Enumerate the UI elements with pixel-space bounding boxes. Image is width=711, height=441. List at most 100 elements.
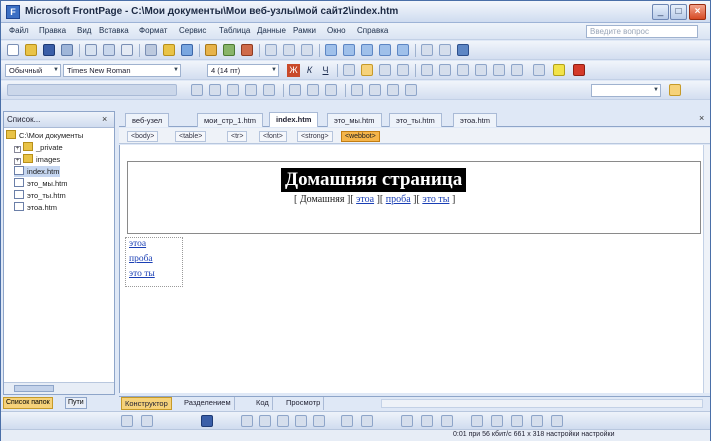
- nav-link-etoa[interactable]: этоа: [356, 194, 374, 205]
- textbox-icon[interactable]: [313, 415, 325, 427]
- increase-indent-icon[interactable]: [511, 64, 523, 76]
- rectangle-icon[interactable]: [277, 415, 289, 427]
- menu-help[interactable]: Справка: [357, 26, 388, 35]
- nav-link-eto-ty[interactable]: это ты: [422, 194, 449, 205]
- increase-font-icon[interactable]: [421, 64, 433, 76]
- split-cells-icon[interactable]: [263, 84, 275, 96]
- doc-tab-website[interactable]: веб-узел: [125, 113, 170, 127]
- undo-icon[interactable]: [181, 44, 193, 56]
- help-search-input[interactable]: Введите вопрос: [586, 25, 698, 38]
- nav-link-home[interactable]: Домашняя: [300, 194, 345, 205]
- tab-folder-list[interactable]: Список папок: [3, 397, 53, 409]
- reports-icon[interactable]: [361, 44, 373, 56]
- doc-tab-eto-ty[interactable]: это_ты.htm: [389, 113, 442, 127]
- folder-list-scrollbar[interactable]: [4, 382, 114, 394]
- tab-code[interactable]: Код: [253, 397, 273, 410]
- autofit-icon[interactable]: [387, 84, 399, 96]
- tab-navigation[interactable]: Пути: [65, 397, 87, 409]
- show-all-icon[interactable]: [301, 44, 313, 56]
- menu-view[interactable]: Вид: [77, 26, 91, 35]
- file-tree-item[interactable]: это_ты.htm: [14, 190, 66, 201]
- clipart-icon[interactable]: [361, 415, 373, 427]
- arrow-style-icon[interactable]: [511, 415, 523, 427]
- font-select[interactable]: Times New Roman ▼: [63, 64, 181, 77]
- folder-tree-item[interactable]: C:\Мои документы: [6, 130, 83, 141]
- design-horizontal-scrollbar[interactable]: [381, 399, 703, 408]
- publish-icon[interactable]: [61, 44, 73, 56]
- page-banner-title[interactable]: Домашняя страница: [281, 168, 467, 192]
- doc-tab-eto-my[interactable]: это_мы.htm: [327, 113, 382, 127]
- line-icon[interactable]: [241, 415, 253, 427]
- oval-icon[interactable]: [295, 415, 307, 427]
- bullets-icon[interactable]: [475, 64, 487, 76]
- justify-icon[interactable]: [397, 64, 409, 76]
- align-right-icon[interactable]: [379, 64, 391, 76]
- center-vertically-icon[interactable]: [307, 84, 319, 96]
- folder-list-close-icon[interactable]: ×: [102, 114, 107, 124]
- design-vertical-scrollbar[interactable]: [703, 145, 710, 393]
- shadow-icon[interactable]: [531, 415, 543, 427]
- folder-tree-item[interactable]: + _private: [14, 142, 63, 153]
- folder-tree-item[interactable]: + images: [14, 154, 60, 165]
- font-color-icon[interactable]: [573, 64, 585, 76]
- decrease-font-icon[interactable]: [439, 64, 451, 76]
- distribute-rows-icon[interactable]: [351, 84, 363, 96]
- delete-cells-icon[interactable]: [227, 84, 239, 96]
- insert-table-icon[interactable]: [205, 44, 217, 56]
- open-icon[interactable]: [25, 44, 37, 56]
- bold-button[interactable]: Ж: [287, 64, 300, 77]
- autoshapes-icon[interactable]: [201, 415, 213, 427]
- print-icon[interactable]: [85, 44, 97, 56]
- tasks-icon[interactable]: [397, 44, 409, 56]
- menu-edit[interactable]: Правка: [39, 26, 66, 35]
- numbering-icon[interactable]: [457, 64, 469, 76]
- side-link-etoa[interactable]: этоа: [129, 239, 146, 249]
- menu-file[interactable]: Файл: [9, 26, 29, 35]
- tab-preview[interactable]: Просмотр: [283, 397, 325, 410]
- document-close-icon[interactable]: ×: [699, 113, 704, 123]
- align-left-icon[interactable]: [343, 64, 355, 76]
- insert-picture-icon[interactable]: [223, 44, 235, 56]
- italic-button[interactable]: К: [303, 64, 316, 77]
- file-tree-item[interactable]: это_мы.htm: [14, 178, 68, 189]
- 3d-icon[interactable]: [551, 415, 563, 427]
- tag-font[interactable]: <font>: [259, 131, 287, 142]
- tab-design[interactable]: Конструктор: [121, 397, 172, 410]
- expand-icon[interactable]: +: [14, 146, 21, 153]
- help-icon[interactable]: [457, 44, 469, 56]
- line-color-icon[interactable]: [421, 415, 433, 427]
- menu-tools[interactable]: Сервис: [179, 26, 206, 35]
- paste-icon[interactable]: [163, 44, 175, 56]
- tag-webbot[interactable]: <webbot>: [341, 131, 380, 142]
- toolbar-options-icon[interactable]: [669, 84, 681, 96]
- underline-button[interactable]: Ч: [319, 64, 332, 77]
- hyperlinks-view-icon[interactable]: [379, 44, 391, 56]
- maximize-button[interactable]: □: [670, 4, 687, 20]
- preview-icon[interactable]: [103, 44, 115, 56]
- scrollbar-thumb[interactable]: [14, 385, 54, 392]
- save-icon[interactable]: [43, 44, 55, 56]
- file-tree-item[interactable]: index.htm: [14, 166, 60, 177]
- menu-window[interactable]: Окно: [327, 26, 346, 35]
- side-link-proba[interactable]: проба: [129, 254, 153, 264]
- fill-icon[interactable]: [401, 415, 413, 427]
- line-style-icon[interactable]: [471, 415, 483, 427]
- table-style-select[interactable]: [7, 84, 177, 96]
- align-bottom-icon[interactable]: [325, 84, 337, 96]
- minimize-button[interactable]: _: [652, 4, 669, 20]
- insert-columns-icon[interactable]: [209, 84, 221, 96]
- tab-split[interactable]: Разделением: [181, 397, 235, 410]
- folder-view-icon[interactable]: [325, 44, 337, 56]
- side-link-eto-ty[interactable]: это ты: [129, 269, 155, 279]
- menu-format[interactable]: Формат: [139, 26, 167, 35]
- tag-table[interactable]: <table>: [175, 131, 207, 142]
- highlight-icon[interactable]: [553, 64, 565, 76]
- tag-body[interactable]: <body>: [127, 131, 159, 142]
- hyperlink-icon[interactable]: [241, 44, 253, 56]
- select-objects-icon[interactable]: [141, 415, 153, 427]
- borders-icon[interactable]: [533, 64, 545, 76]
- merge-cells-icon[interactable]: [245, 84, 257, 96]
- fill-color-icon[interactable]: [405, 84, 417, 96]
- arrow-icon[interactable]: [259, 415, 271, 427]
- decrease-indent-icon[interactable]: [493, 64, 505, 76]
